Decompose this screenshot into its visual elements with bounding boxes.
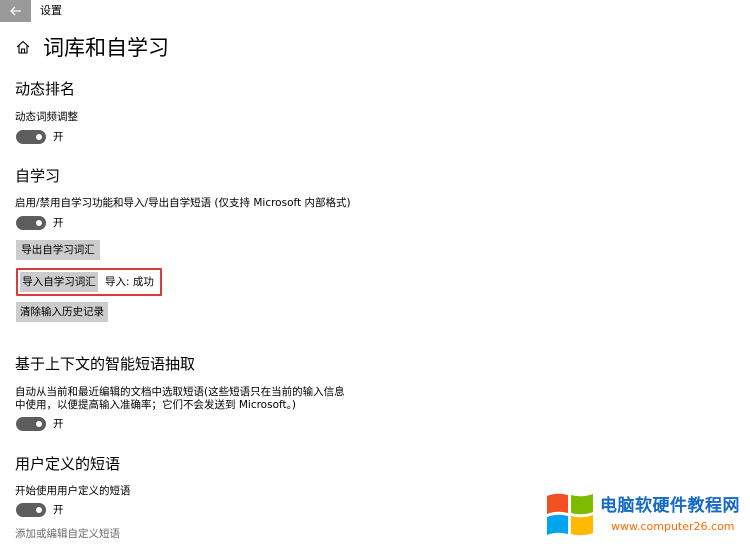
toggle-knob [36, 220, 42, 226]
watermark-site-url: www.computer26.com [611, 520, 735, 533]
self-learning-toggle[interactable] [16, 216, 46, 230]
window-title: 设置 [40, 4, 62, 17]
home-icon[interactable] [15, 39, 31, 55]
toggle-knob [36, 421, 42, 427]
toggle-knob [36, 134, 42, 140]
watermark-site-name: 电脑软硬件教程网 [600, 496, 740, 516]
user-phrases-toggle[interactable] [16, 503, 46, 517]
toggle-state-label: 开 [53, 217, 64, 229]
export-vocabulary-button[interactable]: 导出自学习词汇 [16, 240, 100, 260]
arrow-left-icon [9, 6, 21, 16]
setting-label-dynamic-frequency: 动态词频调整 [15, 111, 78, 123]
windows-logo-watermark [545, 490, 595, 540]
context-phrases-description-line2: 中使用，以便提高输入准确率；它们不会发送到 Microsoft。) [15, 399, 296, 411]
section-title-context-phrases: 基于上下文的智能短语抽取 [15, 355, 196, 373]
section-title-user-phrases: 用户定义的短语 [15, 455, 121, 473]
import-status-text: 导入: 成功 [105, 276, 154, 288]
title-bar [0, 0, 750, 22]
edit-custom-phrases-link[interactable]: 添加或编辑自定义短语 [15, 527, 120, 542]
context-phrases-toggle[interactable] [16, 417, 46, 431]
import-vocabulary-button[interactable]: 导入自学习词汇 [20, 272, 98, 292]
page-title: 词库和自学习 [43, 36, 169, 60]
setting-label-self-learning: 启用/禁用自学习功能和导入/导出自学短语 (仅支持 Microsoft 内部格式… [15, 197, 351, 209]
dynamic-frequency-toggle[interactable] [16, 130, 46, 144]
clear-history-button[interactable]: 清除输入历史记录 [16, 302, 108, 322]
section-title-dynamic-ranking: 动态排名 [15, 80, 76, 98]
toggle-state-label: 开 [53, 504, 64, 516]
toggle-state-label: 开 [53, 131, 64, 143]
toggle-state-label: 开 [53, 418, 64, 430]
section-title-self-learning: 自学习 [15, 167, 61, 185]
back-button[interactable] [0, 0, 31, 22]
setting-label-user-phrases: 开始使用用户定义的短语 [15, 485, 131, 497]
toggle-knob [36, 507, 42, 513]
